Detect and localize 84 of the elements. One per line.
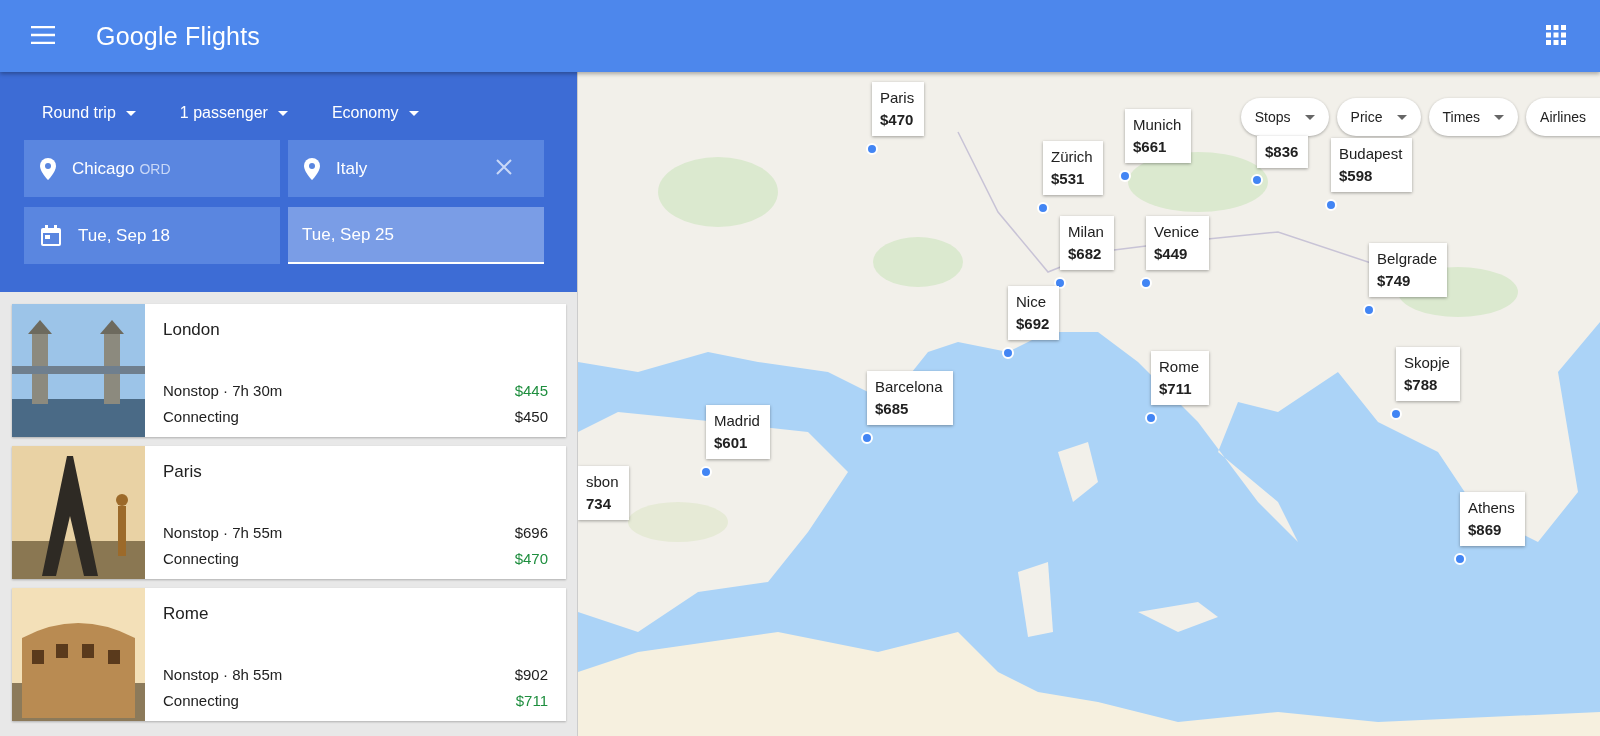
price-label: $692: [1016, 315, 1050, 332]
city-name: Rome: [163, 604, 210, 624]
destination-field[interactable]: Italy: [288, 140, 544, 197]
price-pin[interactable]: Athens $869: [1460, 492, 1525, 546]
price-label: $711: [515, 692, 548, 709]
origin-field[interactable]: Chicago ORD: [24, 140, 280, 197]
price-label: $869: [1468, 521, 1503, 538]
price-pin[interactable]: Barcelona $685: [867, 371, 953, 425]
location-pin-icon: [304, 157, 320, 180]
price-pin[interactable]: Rome $711: [1151, 351, 1209, 405]
price-label: $449: [1154, 245, 1189, 262]
city-name: Athens: [1468, 499, 1515, 516]
destination-card[interactable]: London Nonstop · 7h 30m $445 Connecting $450: [12, 304, 566, 437]
city-name: Barcelona: [875, 378, 943, 395]
city-name: sbon: [586, 473, 619, 490]
city-name: Belgrade: [1377, 250, 1438, 267]
city-name: Paris: [880, 89, 915, 106]
menu-button[interactable]: [30, 26, 56, 46]
caret-icon: [125, 110, 136, 116]
price-label: 734: [586, 495, 613, 512]
price-label: $836: [1265, 143, 1299, 160]
city-name: Madrid: [714, 412, 760, 429]
price-pin[interactable]: Skopje $788: [1396, 347, 1460, 401]
price-label: $601: [714, 434, 749, 451]
destination-card[interactable]: Paris Nonstop · 7h 55m $696 Connecting $470: [12, 446, 566, 579]
price-label: $450: [514, 408, 548, 425]
price-label: $470: [514, 550, 548, 567]
caret-icon: [277, 110, 288, 116]
city-name: Zürich: [1051, 148, 1093, 165]
filter-chip[interactable]: Times: [1428, 98, 1519, 136]
caret-icon: [1494, 114, 1505, 120]
price-pin[interactable]: Munich $661: [1125, 109, 1192, 163]
flight-type-label: Nonstop · 7h 55m: [163, 524, 283, 541]
apps-grid-icon[interactable]: [1546, 24, 1566, 48]
city-name: Paris: [163, 462, 203, 482]
caret-icon: [1304, 114, 1315, 120]
city-name: Rome: [1159, 358, 1199, 375]
price-label: $711: [1159, 380, 1193, 397]
city-name: Budapest: [1339, 145, 1403, 162]
price-label: $598: [1339, 167, 1374, 184]
city-name: Venice: [1154, 223, 1200, 240]
price-pin[interactable]: Nice $692: [1008, 286, 1060, 340]
price-label: $685: [875, 400, 910, 417]
caret-icon: [408, 110, 419, 116]
price-pin[interactable]: sbon 734: [578, 466, 629, 520]
price-label: $682: [1068, 245, 1103, 262]
cabin-class-dropdown[interactable]: Economy: [313, 100, 437, 126]
location-pin-icon: [40, 157, 56, 180]
city-name: Munich: [1133, 116, 1182, 133]
price-pin[interactable]: $836: [1257, 136, 1309, 168]
price-pin[interactable]: Venice $449: [1146, 216, 1210, 270]
city-name: Nice: [1016, 293, 1047, 310]
price-pin[interactable]: Paris $470: [872, 82, 925, 136]
price-label: $661: [1133, 138, 1168, 155]
filter-chip[interactable]: Price: [1336, 98, 1421, 136]
price-label: $470: [880, 111, 915, 128]
city-name: Milan: [1068, 223, 1104, 240]
filter-chip[interactable]: Airlines: [1526, 98, 1600, 136]
price-pin[interactable]: Budapest $598: [1331, 138, 1413, 192]
flight-type-label: Nonstop · 7h 30m: [163, 382, 283, 399]
price-pin[interactable]: Madrid $601: [706, 405, 770, 459]
city-name: Skopje: [1404, 354, 1450, 371]
price-pin[interactable]: Belgrade $749: [1369, 243, 1448, 297]
price-label: $788: [1404, 376, 1439, 393]
price-pin[interactable]: Milan $682: [1060, 216, 1114, 270]
trip-type-dropdown[interactable]: Round trip: [24, 100, 154, 126]
price-label: $531: [1051, 170, 1086, 187]
price-label: $902: [514, 666, 548, 683]
price-label: $696: [514, 524, 548, 541]
calendar-icon: [40, 224, 62, 247]
passengers-dropdown[interactable]: 1 passenger: [161, 100, 306, 126]
filter-chip[interactable]: Stops: [1240, 98, 1329, 136]
caret-icon: [1396, 114, 1407, 120]
flight-type-label: Connecting: [163, 550, 239, 567]
date-field[interactable]: Tue, Sep 18: [24, 207, 280, 264]
flight-type-label: Connecting: [163, 408, 239, 425]
city-name: London: [163, 320, 221, 340]
price-label: $445: [514, 382, 548, 399]
flight-type-label: Connecting: [163, 692, 239, 709]
price-label: $749: [1377, 272, 1412, 289]
flight-type-label: Nonstop · 8h 55m: [163, 666, 283, 683]
destination-card[interactable]: Rome Nonstop · 8h 55m $902 Connecting $711: [12, 588, 566, 721]
price-pin[interactable]: Zürich $531: [1043, 141, 1103, 195]
app-logo[interactable]: Google Flights: [96, 21, 260, 51]
